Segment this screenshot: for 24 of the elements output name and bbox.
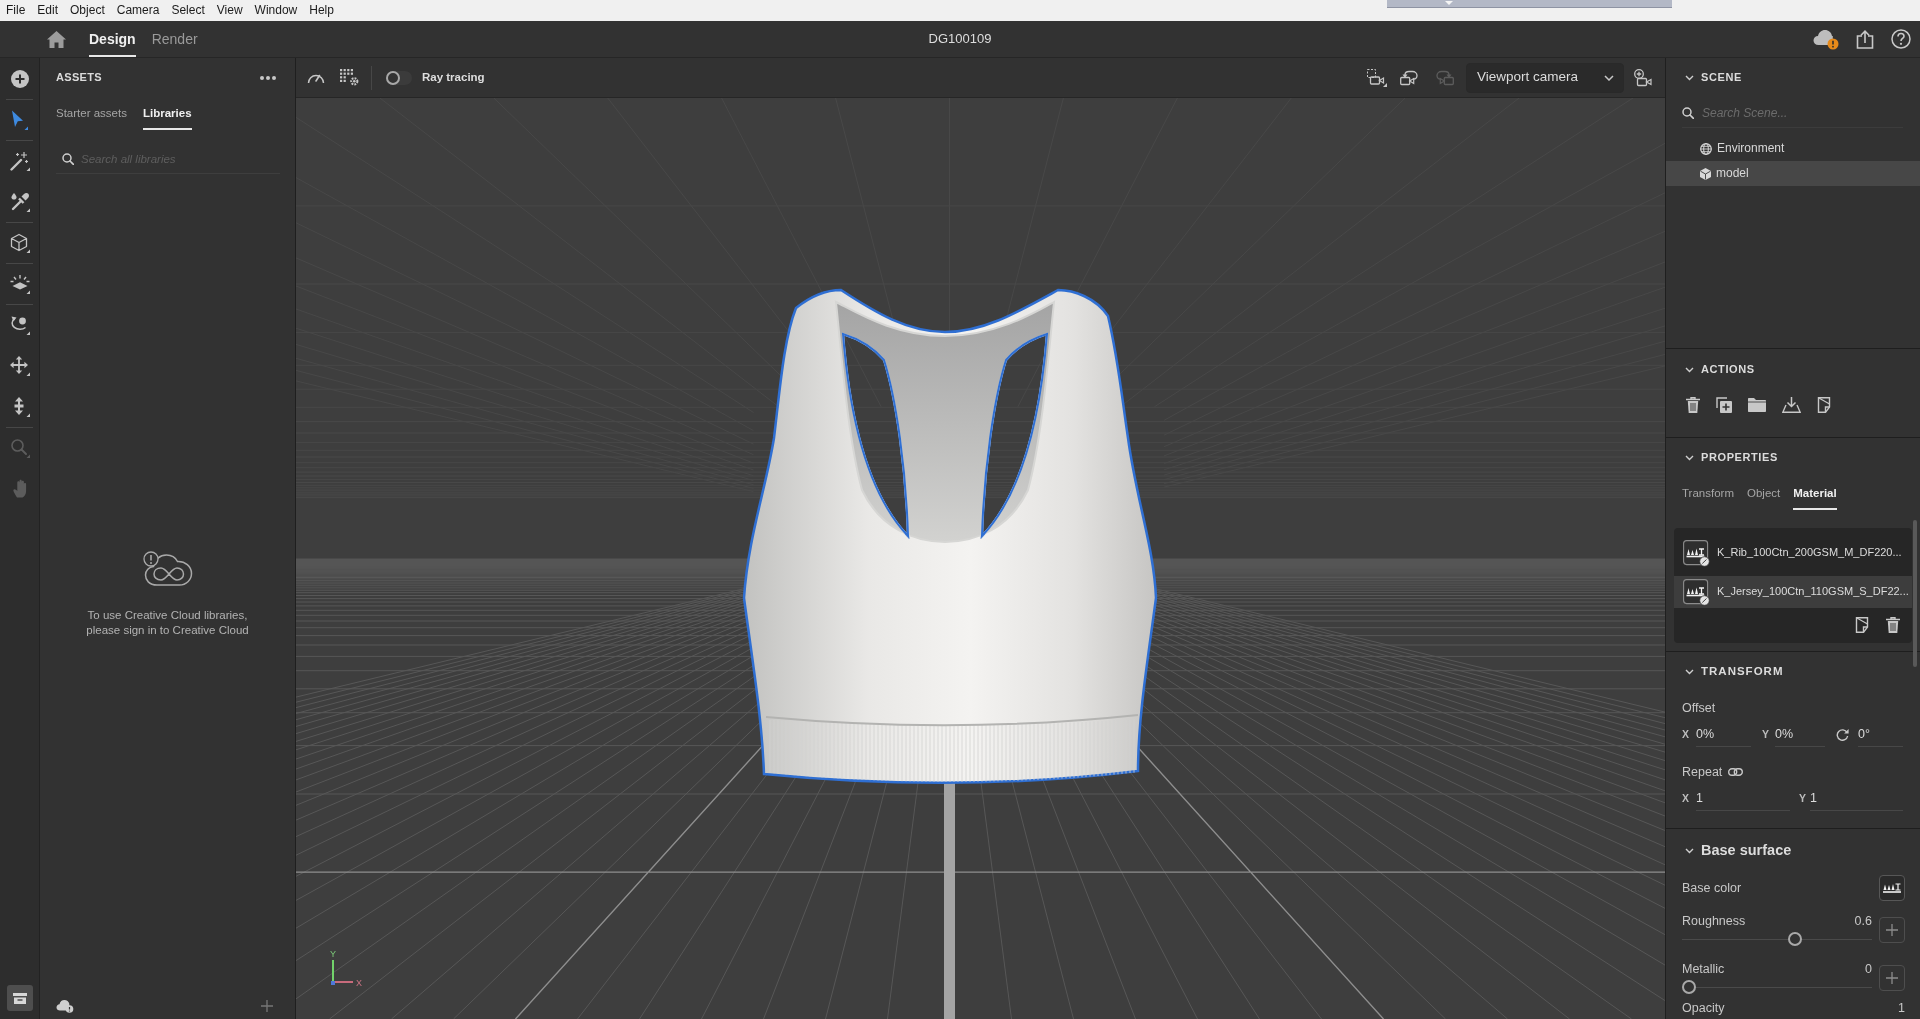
slider-value: 1 bbox=[1898, 1000, 1905, 1016]
panel-title: ASSETS bbox=[56, 71, 102, 85]
section-title: TRANSFORM bbox=[1701, 665, 1784, 679]
slider-value: 0 bbox=[1865, 961, 1872, 977]
coordinate-label: Y bbox=[1799, 791, 1807, 805]
coordinate-label: X bbox=[1682, 791, 1689, 805]
axis-label: X bbox=[356, 978, 362, 988]
sign-in-message: To use Creative Cloud libraries, please sign in to Creative Cloud bbox=[86, 608, 249, 638]
section-title: SCENE bbox=[1701, 71, 1742, 85]
section-title: Base surface bbox=[1701, 842, 1792, 860]
offset-label: Offset bbox=[1682, 700, 1716, 716]
document-title: DG100109 bbox=[928, 31, 992, 47]
coordinate-label: X bbox=[1682, 727, 1689, 741]
slider-label: Opacity bbox=[1682, 1000, 1725, 1016]
section-title: ACTIONS bbox=[1701, 363, 1755, 377]
slider-label: Roughness bbox=[1682, 913, 1746, 929]
ray-tracing-label: Ray tracing bbox=[422, 70, 485, 85]
slider-value: 0.6 bbox=[1854, 913, 1872, 929]
repeat-label: Repeat bbox=[1682, 764, 1723, 780]
base-color-label: Base color bbox=[1682, 880, 1742, 896]
coordinate-label: Y bbox=[1762, 727, 1770, 741]
slider-label: Metallic bbox=[1682, 961, 1725, 977]
section-title: PROPERTIES bbox=[1701, 451, 1778, 465]
axis-label: Y bbox=[330, 949, 336, 959]
